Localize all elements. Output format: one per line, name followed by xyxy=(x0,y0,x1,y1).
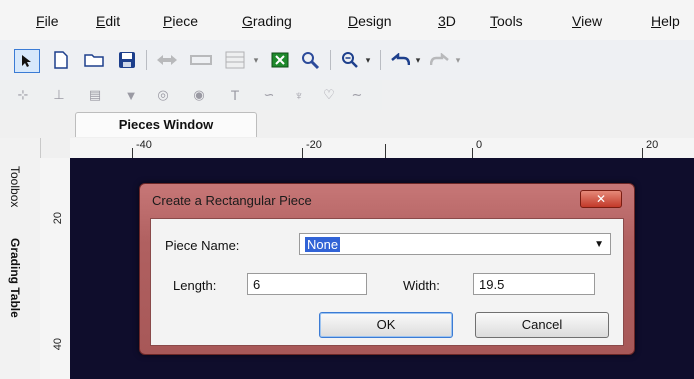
zoom-icon[interactable] xyxy=(338,49,362,71)
circle-icon[interactable]: ◎ xyxy=(150,86,176,104)
tab-pieces-window[interactable]: Pieces Window xyxy=(75,112,257,137)
ruler-label: 20 xyxy=(52,212,64,225)
piece-name-value: None xyxy=(305,237,341,252)
menu-design[interactable]: Design xyxy=(348,13,392,29)
width-field[interactable]: 19.5 xyxy=(473,273,595,295)
ruler-label: -20 xyxy=(306,139,322,151)
menu-tools[interactable]: Tools xyxy=(490,13,523,29)
ruler-major-tick xyxy=(642,148,643,158)
menu-file[interactable]: File xyxy=(36,13,59,29)
length-label: Length: xyxy=(173,278,217,293)
open-icon[interactable] xyxy=(82,49,108,71)
side-tab-grading-table[interactable]: Grading Table xyxy=(8,238,22,318)
side-panel: Toolbox Grading Table xyxy=(0,138,41,379)
save-icon[interactable] xyxy=(116,49,138,71)
stitch-icon[interactable] xyxy=(188,49,214,71)
menu-3d[interactable]: 3D xyxy=(438,13,456,29)
vertical-ruler: 20 40 xyxy=(40,158,71,379)
main-toolbar: ▾ ▾ ▾ ▾ xyxy=(0,40,694,80)
curve-icon[interactable]: ∽ xyxy=(256,86,282,104)
ruler-label: -40 xyxy=(136,139,152,151)
arc-icon[interactable]: ♡ xyxy=(316,86,342,104)
piece-name-label: Piece Name: xyxy=(165,238,240,253)
width-label: Width: xyxy=(403,278,440,293)
chevron-down-icon[interactable]: ▾ xyxy=(412,52,424,68)
toolbar-separator xyxy=(330,50,331,70)
menu-grading[interactable]: Grading xyxy=(242,13,292,29)
design-toolbar: ⊹ ⊥ ▤ ▼ ◎ ◉ T ∽ ♆ ♡ ∼ xyxy=(0,80,694,110)
ruler-major-tick xyxy=(302,148,303,158)
length-field[interactable]: 6 xyxy=(247,273,367,295)
button-icon[interactable]: ◉ xyxy=(186,86,212,104)
export-icon[interactable] xyxy=(268,49,292,71)
menu-edit[interactable]: Edit xyxy=(96,13,120,29)
chevron-down-icon[interactable]: ▼ xyxy=(594,234,604,256)
ruler-origin-tick xyxy=(385,144,386,158)
dialog-title: Create a Rectangular Piece xyxy=(152,193,312,208)
text-icon[interactable]: T xyxy=(222,86,248,104)
dart-icon[interactable]: ♆ xyxy=(286,86,312,104)
grade-point-icon[interactable]: ⊹ xyxy=(10,86,36,104)
ok-button[interactable]: OK xyxy=(319,312,453,338)
new-icon[interactable] xyxy=(50,49,72,71)
notch-icon[interactable]: ▼ xyxy=(118,86,144,104)
layout-icon[interactable] xyxy=(222,49,248,71)
ruler-label: 40 xyxy=(52,338,64,351)
close-icon[interactable]: ✕ xyxy=(580,190,622,208)
create-rectangular-piece-dialog: Create a Rectangular Piece ✕ Piece Name:… xyxy=(139,183,635,355)
toolbar-separator xyxy=(380,50,381,70)
menu-bar: File Edit Piece Grading Design 3D Tools … xyxy=(0,0,694,40)
horizontal-ruler: -40 -20 0 20 xyxy=(70,138,694,159)
menu-view[interactable]: View xyxy=(572,13,602,29)
redo-icon[interactable] xyxy=(428,49,452,71)
grade-table-icon[interactable]: ▤ xyxy=(82,86,108,104)
ruler-major-tick xyxy=(132,148,133,158)
ruler-label: 0 xyxy=(476,139,483,151)
toolbar-separator xyxy=(146,50,147,70)
settings-icon[interactable] xyxy=(298,49,322,71)
flip-icon[interactable] xyxy=(154,49,180,71)
chevron-down-icon[interactable]: ▾ xyxy=(362,52,374,68)
undo-icon[interactable] xyxy=(388,49,412,71)
wave-icon[interactable]: ∼ xyxy=(344,86,370,104)
dialog-body: Piece Name: None ▼ Length: 6 Width: 19.5… xyxy=(150,218,624,346)
side-tab-toolbox[interactable]: Toolbox xyxy=(8,166,22,207)
ruler-major-tick xyxy=(472,148,473,158)
piece-name-dropdown[interactable]: None ▼ xyxy=(299,233,611,255)
ruler-label: 20 xyxy=(646,139,659,151)
chevron-down-icon[interactable]: ▾ xyxy=(250,52,262,68)
menu-piece[interactable]: Piece xyxy=(163,13,198,29)
chevron-down-icon[interactable]: ▾ xyxy=(452,52,464,68)
grade-axis-icon[interactable]: ⊥ xyxy=(46,86,72,104)
pointer-icon[interactable] xyxy=(14,49,40,73)
menu-help[interactable]: Help xyxy=(651,13,680,29)
cancel-button[interactable]: Cancel xyxy=(475,312,609,338)
